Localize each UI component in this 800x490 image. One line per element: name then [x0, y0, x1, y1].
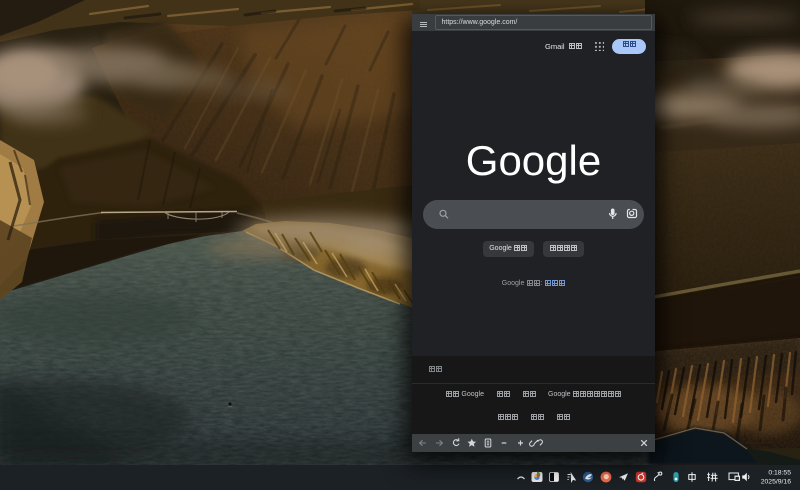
svg-text:2025/9/16: 2025/9/16	[761, 478, 791, 485]
svg-text:0:18:55: 0:18:55	[768, 469, 791, 476]
